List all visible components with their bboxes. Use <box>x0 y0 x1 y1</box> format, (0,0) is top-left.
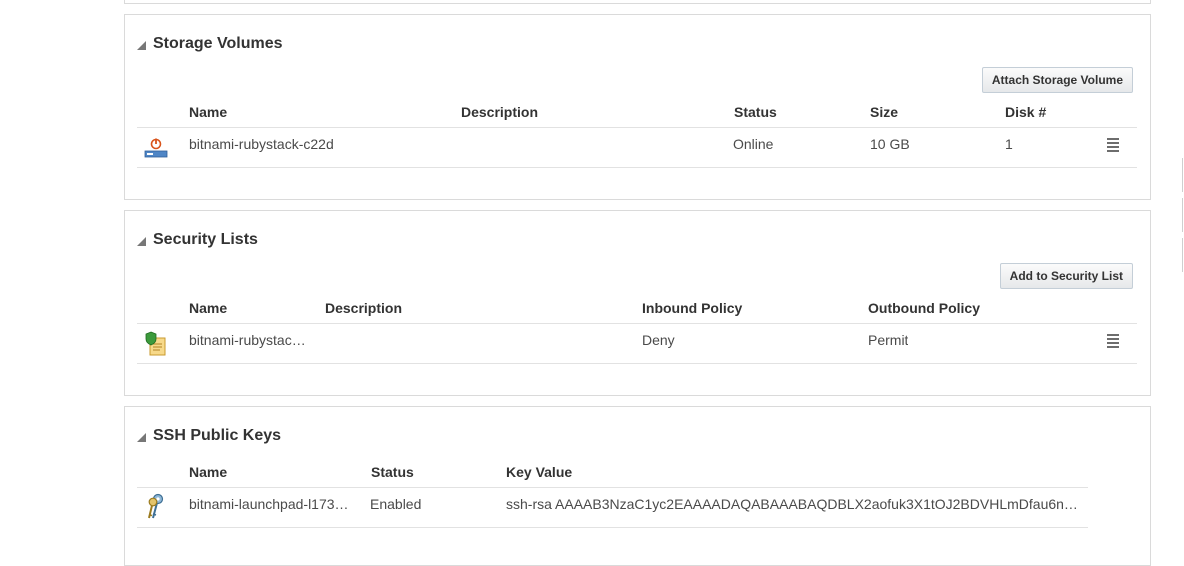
column-header-inbound-policy[interactable]: Inbound Policy <box>642 300 742 316</box>
volume-status: Online <box>733 136 774 152</box>
table-divider <box>137 323 1137 324</box>
column-header-name[interactable]: Name <box>189 464 227 480</box>
column-header-size[interactable]: Size <box>870 104 898 120</box>
table-divider <box>137 127 1137 128</box>
storage-volume-power-icon <box>144 138 168 158</box>
collapse-triangle-icon[interactable] <box>137 236 146 246</box>
collapse-triangle-icon[interactable] <box>137 432 146 442</box>
row-actions-menu-icon[interactable] <box>1107 138 1119 154</box>
column-header-description[interactable]: Description <box>325 300 402 316</box>
column-header-name[interactable]: Name <box>189 104 227 120</box>
storage-volumes-header[interactable]: Storage Volumes <box>137 35 283 53</box>
ssh-key-name[interactable]: bitnami-launchpad-l173… <box>189 496 359 512</box>
column-header-name[interactable]: Name <box>189 300 227 316</box>
collapse-triangle-icon[interactable] <box>137 40 146 50</box>
section-title: Security Lists <box>153 231 258 248</box>
outbound-policy-value: Permit <box>868 332 909 348</box>
scrollbar-mark <box>1182 198 1183 232</box>
column-header-outbound-policy[interactable]: Outbound Policy <box>868 300 980 316</box>
ssh-key-status: Enabled <box>370 496 422 512</box>
volume-size: 10 GB <box>870 136 910 152</box>
add-to-security-list-button[interactable]: Add to Security List <box>999 263 1133 289</box>
table-divider <box>137 527 1088 528</box>
column-header-disk[interactable]: Disk # <box>1005 104 1046 120</box>
inbound-policy-value: Deny <box>642 332 675 348</box>
security-lists-header[interactable]: Security Lists <box>137 231 258 249</box>
scrollbar-mark <box>1182 238 1183 272</box>
security-list-shield-icon <box>145 331 166 356</box>
previous-panel <box>124 0 1151 4</box>
ssh-public-keys-panel: SSH Public Keys Name Status Key Value bi… <box>124 406 1151 566</box>
security-list-name[interactable]: bitnami-rubystac… <box>189 332 313 348</box>
volume-name[interactable]: bitnami-rubystack-c22d <box>189 136 449 152</box>
storage-volumes-panel: Storage Volumes Attach Storage Volume Na… <box>124 14 1151 200</box>
column-header-key-value[interactable]: Key Value <box>506 464 572 480</box>
attach-storage-volume-button[interactable]: Attach Storage Volume <box>981 67 1133 93</box>
ssh-key-value: ssh-rsa AAAAB3NzaC1yc2EAAAADAQABAAABAQDB… <box>506 496 1078 512</box>
row-actions-menu-icon[interactable] <box>1107 334 1119 350</box>
section-title: SSH Public Keys <box>153 427 282 444</box>
keys-icon <box>148 493 164 519</box>
ssh-public-keys-header[interactable]: SSH Public Keys <box>137 427 281 445</box>
column-header-status[interactable]: Status <box>734 104 777 120</box>
table-divider <box>137 487 1088 488</box>
column-header-description[interactable]: Description <box>461 104 538 120</box>
table-divider <box>137 167 1137 168</box>
section-title: Storage Volumes <box>153 35 283 52</box>
security-lists-panel: Security Lists Add to Security List Name… <box>124 210 1151 396</box>
table-divider <box>137 363 1137 364</box>
volume-disk-number: 1 <box>1005 136 1013 152</box>
column-header-status[interactable]: Status <box>371 464 414 480</box>
scrollbar-mark <box>1182 158 1183 192</box>
